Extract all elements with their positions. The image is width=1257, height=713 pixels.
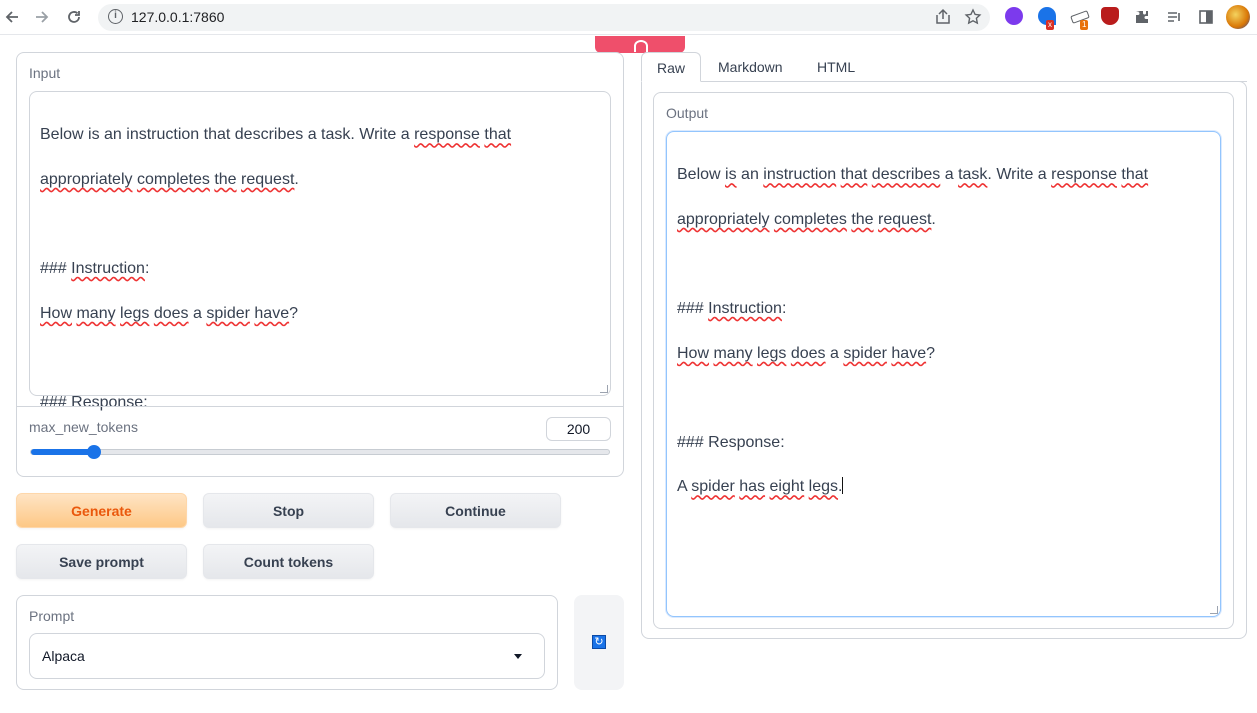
- save-prompt-button[interactable]: Save prompt: [16, 544, 187, 579]
- prompt-label: Prompt: [29, 608, 75, 624]
- reading-list-icon[interactable]: [1162, 5, 1186, 29]
- slider-fill: [31, 449, 95, 455]
- max-new-tokens-input[interactable]: 200: [546, 417, 611, 441]
- input-line: ### Response:: [40, 393, 148, 411]
- extensions-icon[interactable]: [1130, 5, 1154, 29]
- browser-toolbar: i 127.0.0.1:7860 x 1: [0, 0, 1257, 35]
- input-line: [40, 347, 600, 369]
- collapse-handle[interactable]: [595, 36, 685, 53]
- prompt-select[interactable]: Alpaca: [29, 633, 545, 679]
- site-info-icon[interactable]: i: [108, 9, 123, 24]
- input-line: Below is an instruction that describes a…: [40, 126, 512, 144]
- refresh-panel: ↻: [574, 595, 624, 690]
- extension-badge: 1: [1080, 20, 1089, 30]
- input-line: ### Instruction:: [40, 260, 150, 278]
- output-line: A spider has eight legs.: [677, 477, 844, 496]
- output-line: ### Response:: [677, 433, 785, 451]
- tab-html[interactable]: HTML: [802, 52, 870, 82]
- output-textarea[interactable]: Below is an instruction that describes a…: [666, 131, 1221, 617]
- share-icon[interactable]: [934, 8, 952, 31]
- reload-icon[interactable]: [62, 5, 86, 29]
- divider: [17, 406, 623, 407]
- output-label: Output: [666, 105, 709, 121]
- output-line: How many legs does a spider have?: [677, 344, 935, 362]
- count-tokens-button[interactable]: Count tokens: [203, 544, 374, 579]
- forward-icon[interactable]: [30, 5, 54, 29]
- extension-badge: x: [1046, 20, 1054, 30]
- refresh-icon[interactable]: ↻: [592, 635, 606, 649]
- ublock-icon[interactable]: [1101, 7, 1119, 25]
- generate-button[interactable]: Generate: [16, 493, 187, 528]
- chevron-down-icon: [514, 654, 522, 659]
- resize-handle[interactable]: [600, 385, 608, 393]
- input-line: appropriately completes the request.: [40, 170, 299, 188]
- output-line: Below is an instruction that describes a…: [677, 166, 1149, 184]
- stop-button[interactable]: Stop: [203, 493, 374, 528]
- address-bar[interactable]: i 127.0.0.1:7860: [98, 4, 990, 31]
- output-line: ### Instruction:: [677, 300, 787, 318]
- tab-markdown[interactable]: Markdown: [703, 52, 798, 82]
- side-panel-icon[interactable]: [1194, 5, 1218, 29]
- output-line: appropriately completes the request.: [677, 210, 936, 228]
- text-cursor: [842, 477, 844, 495]
- continue-button[interactable]: Continue: [390, 493, 561, 528]
- prompt-selected-value: Alpaca: [42, 648, 85, 664]
- url-text: 127.0.0.1:7860: [131, 9, 225, 25]
- slider-thumb[interactable]: [86, 445, 101, 459]
- input-label: Input: [29, 65, 61, 81]
- input-textarea[interactable]: Below is an instruction that describes a…: [29, 91, 611, 411]
- extension-shield-icon[interactable]: [1005, 7, 1023, 25]
- profile-avatar[interactable]: [1226, 5, 1250, 29]
- star-icon[interactable]: [964, 8, 982, 31]
- resize-handle[interactable]: [1210, 606, 1218, 614]
- input-line: [40, 213, 600, 235]
- tab-raw[interactable]: Raw: [641, 52, 702, 82]
- input-line: How many legs does a spider have?: [40, 304, 298, 322]
- max-new-tokens-slider[interactable]: [30, 449, 610, 455]
- back-icon[interactable]: [0, 5, 24, 29]
- slider-label: max_new_tokens: [29, 419, 138, 435]
